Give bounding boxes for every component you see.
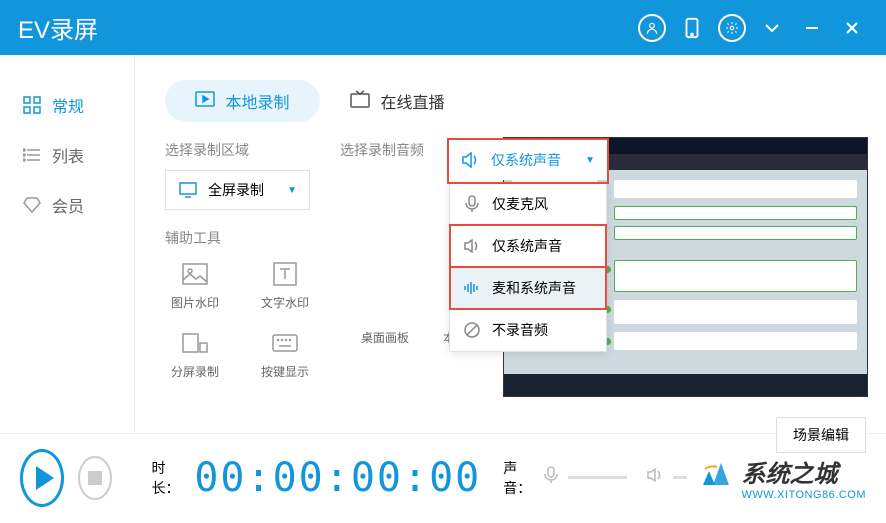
image-icon [181,260,209,288]
chevron-down-icon: ▼ [287,185,297,196]
main-panel: 本地录制 在线直播 选择录制区域 全屏录制 ▼ 选择录制音频 [135,55,886,433]
audio-option-system[interactable]: 仅系统声音 [450,225,606,267]
title-bar: EV录屏 [0,0,886,55]
sidebar: 常规 列表 会员 [0,55,135,433]
microphone-icon [544,466,558,489]
mute-icon [462,322,482,338]
tool-desktop-draw[interactable]: 桌面画板 [355,329,415,380]
brand-logo-icon [697,455,735,501]
grid-icon [22,96,42,114]
chevron-down-icon: ▼ [585,155,595,166]
diamond-icon [22,197,42,213]
sidebar-item-list[interactable]: 列表 [0,130,134,180]
area-section-label: 选择录制区域 [165,140,310,160]
mic-volume-slider[interactable] [568,476,627,479]
record-button[interactable] [20,449,64,507]
speaker-icon [462,239,482,253]
account-icon[interactable] [636,12,668,44]
close-button[interactable] [836,12,868,44]
mobile-icon[interactable] [676,12,708,44]
brand-watermark: 系统之城 WWW.XITONG86.COM [697,454,866,501]
microphone-icon [462,195,482,213]
audio-option-label: 麦和系统声音 [492,278,576,298]
tab-label: 本地录制 [225,89,289,113]
audio-option-mic[interactable]: 仅麦克风 [450,183,606,225]
sidebar-item-member[interactable]: 会员 [0,180,134,230]
tool-label: 按键显示 [261,363,309,380]
brand-url: WWW.XITONG86.COM [741,489,866,501]
audio-selected: 仅系统声音 [491,150,575,170]
settings-icon[interactable] [716,12,748,44]
tool-label: 桌面画板 [361,329,409,346]
record-icon [195,91,215,112]
scene-edit-button[interactable]: 场景编辑 [776,417,866,453]
brand-name: 系统之城 [741,454,866,489]
audio-option-both[interactable]: 麦和系统声音 [450,267,606,309]
audio-dropdown-panel: 仅系统声音 ▼ 仅麦克风 仅系统声音 麦和系统声音 [449,140,607,352]
audio-option-label: 仅系统声音 [492,236,562,256]
tool-label: 图片水印 [171,294,219,311]
tool-split-screen[interactable]: 分屏录制 [165,329,225,380]
tool-text-watermark[interactable]: 文字水印 [255,260,315,311]
audio-option-label: 不录音频 [492,320,548,340]
speaker-icon [461,152,481,168]
list-icon [22,148,42,162]
audio-section-label: 选择录制音频 [340,140,424,160]
split-icon [181,329,209,357]
text-icon [271,260,299,288]
tab-online-stream[interactable]: 在线直播 [320,80,475,122]
stop-button[interactable] [78,456,111,500]
minimize-button[interactable] [796,12,828,44]
tool-image-watermark[interactable]: 图片水印 [165,260,225,311]
tool-label: 文字水印 [261,294,309,311]
tv-icon [350,90,370,113]
sidebar-item-general[interactable]: 常规 [0,80,134,130]
sidebar-label: 常规 [52,93,84,117]
speaker-icon [647,468,663,487]
volume-label: 声音： [503,458,534,498]
footer-bar: 时长： 00:00:00:00 声音： 系统之城 WWW.XITONG86.CO… [0,433,886,521]
sidebar-label: 会员 [52,193,84,217]
monitor-icon [178,182,198,198]
tab-label: 在线直播 [380,89,444,113]
audio-option-none[interactable]: 不录音频 [450,309,606,351]
app-title: EV录屏 [18,10,98,45]
sidebar-label: 列表 [52,143,84,167]
timer-display: 00:00:00:00 [194,455,481,501]
sound-wave-icon [462,281,482,295]
audio-option-label: 仅麦克风 [492,194,548,214]
duration-label: 时长： [152,458,183,498]
tool-label: 分屏录制 [171,363,219,380]
tab-local-record[interactable]: 本地录制 [165,80,320,122]
speaker-volume-slider[interactable] [673,476,688,479]
tool-key-display[interactable]: 按键显示 [255,329,315,380]
audio-dropdown-selected[interactable]: 仅系统声音 ▼ [449,140,607,180]
area-dropdown[interactable]: 全屏录制 ▼ [165,170,310,210]
area-selected: 全屏录制 [208,180,277,200]
keyboard-icon [271,329,299,357]
dropdown-menu-icon[interactable] [756,12,788,44]
